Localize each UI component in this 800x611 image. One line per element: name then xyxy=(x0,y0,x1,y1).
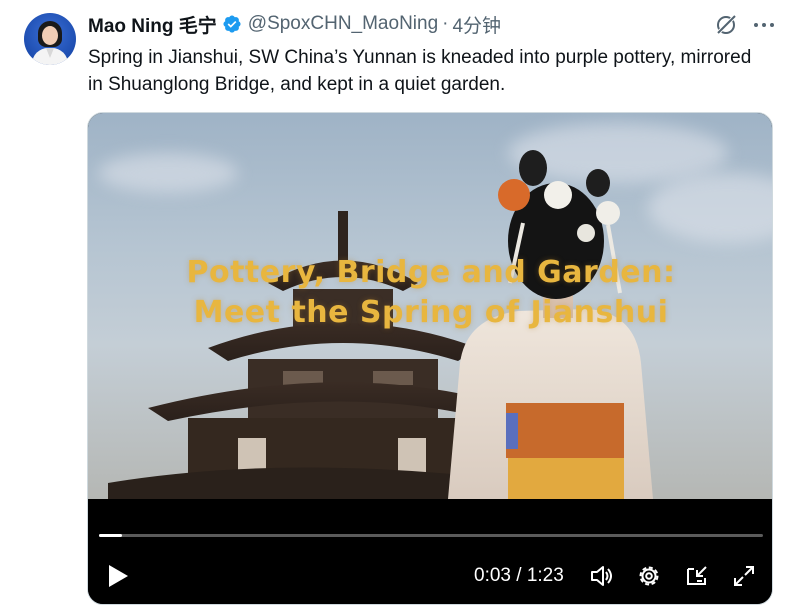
video-overlay-line2: Meet the Spring of Jianshui xyxy=(193,295,669,330)
fullscreen-icon[interactable] xyxy=(731,563,757,589)
tweet-text: Spring in Jianshui, SW China’s Yunnan is… xyxy=(88,47,752,95)
settings-icon[interactable] xyxy=(636,563,662,589)
more-icon[interactable] xyxy=(752,14,776,36)
grok-icon[interactable] xyxy=(714,13,738,37)
video-overlay-line1: Pottery, Bridge and Garden: xyxy=(186,255,676,290)
separator-dot: · xyxy=(442,13,449,34)
progress-bar[interactable] xyxy=(99,534,763,537)
tweet-header: Mao Ning 毛宁 @SpoxCHN_MaoNing · 4分钟 xyxy=(88,11,501,37)
verified-badge-icon xyxy=(223,15,241,33)
avatar[interactable] xyxy=(24,13,76,65)
tweet-timestamp[interactable]: 4分钟 xyxy=(452,11,501,38)
video-player[interactable]: Pottery, Bridge and Garden: Meet the Spr… xyxy=(87,112,773,605)
video-frame[interactable]: Pottery, Bridge and Garden: Meet the Spr… xyxy=(88,113,772,499)
play-icon[interactable] xyxy=(106,563,130,589)
video-overlay-title: Pottery, Bridge and Garden: Meet the Spr… xyxy=(88,253,772,333)
more-dot xyxy=(770,23,774,27)
more-dot xyxy=(754,23,758,27)
progress-fill xyxy=(99,534,123,537)
picture-in-picture-icon[interactable] xyxy=(684,563,710,589)
author-name[interactable]: Mao Ning 毛宁 xyxy=(88,11,217,38)
more-dot xyxy=(762,23,766,27)
volume-icon[interactable] xyxy=(589,563,615,589)
time-display: 0:03 / 1:23 xyxy=(474,565,564,586)
avatar-face xyxy=(42,26,58,45)
video-controls: 0:03 / 1:23 xyxy=(88,499,772,604)
author-handle[interactable]: @SpoxCHN_MaoNing xyxy=(248,13,438,35)
